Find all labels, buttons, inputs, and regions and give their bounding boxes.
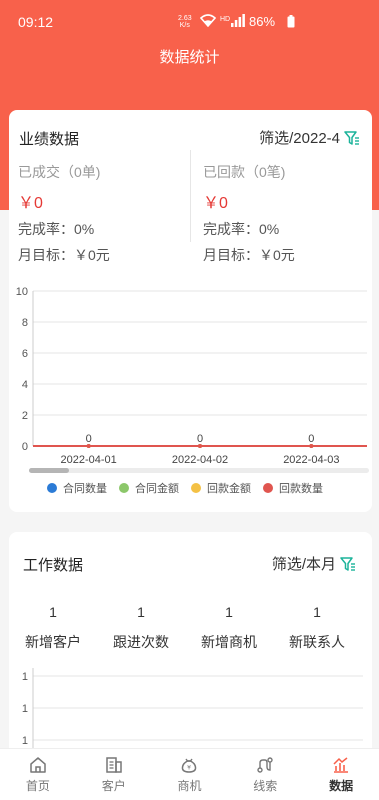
tab-bar: 首页 客户 ¥ 商机 线索 数据	[0, 748, 379, 800]
customer-icon	[105, 757, 122, 773]
tab-customers[interactable]: 客户	[76, 749, 152, 800]
chart-legend: 合同数量 合同金额 回款金额 回款数量	[47, 480, 335, 496]
legend-item[interactable]: 回款金额	[191, 480, 251, 496]
legend-marker	[263, 483, 273, 493]
y-tick-label: 10	[16, 286, 28, 298]
status-bar: 09:12 2.63 K/s HD 86%	[0, 0, 379, 40]
tab-clues[interactable]: 线索	[227, 749, 303, 800]
x-tick-label: 2022-04-02	[172, 454, 228, 466]
y-tick-label: 6	[22, 348, 28, 360]
y-tick-label: 8	[22, 317, 28, 329]
hd-indicator: HD	[220, 16, 231, 23]
tab-data[interactable]: 数据	[303, 749, 379, 800]
legend-item[interactable]: 回款数量	[263, 480, 323, 496]
signal-icon	[231, 14, 245, 27]
y-tick-label: 1	[22, 703, 28, 715]
status-time: 09:12	[18, 14, 54, 30]
performance-chart: 10 8 6 4 2 0 0 0 0 2022-04-01 2022-04-02 2022-04-03	[16, 286, 369, 473]
data-label: 0	[197, 433, 203, 445]
tab-home[interactable]: 首页	[0, 749, 76, 800]
y-tick-label: 1	[22, 671, 28, 683]
y-tick-label: 1	[22, 735, 28, 747]
chart-scroll-track[interactable]	[29, 468, 369, 473]
chart-scroll-thumb[interactable]	[29, 468, 69, 473]
x-tick-label: 2022-04-01	[61, 454, 117, 466]
y-tick-label: 0	[22, 441, 28, 453]
legend-label: 回款数量	[279, 483, 323, 495]
y-tick-label: 2	[22, 410, 28, 422]
data-label: 0	[308, 433, 314, 445]
legend-label: 回款金额	[207, 483, 251, 495]
battery-percent: 86%	[249, 14, 276, 29]
legend-marker	[119, 483, 129, 493]
x-tick-label: 2022-04-03	[283, 454, 339, 466]
data-icon	[333, 757, 349, 773]
legend-marker	[191, 483, 201, 493]
y-tick-label: 4	[22, 379, 28, 391]
legend-item[interactable]: 合同金额	[119, 480, 179, 496]
svg-text:¥: ¥	[188, 765, 192, 772]
performance-card: 业绩数据 筛选/2022-4 已成交（0单) ￥0 完成率：0% 月目标：￥0元…	[9, 110, 372, 512]
legend-label: 合同数量	[63, 483, 107, 495]
opportunity-icon: ¥	[182, 758, 197, 773]
legend-label: 合同金额	[135, 483, 179, 495]
home-icon	[30, 757, 46, 773]
battery-icon	[287, 15, 295, 28]
page-title: 数据统计	[159, 49, 220, 66]
network-speed: 2.63 K/s	[178, 15, 192, 29]
tab-opportunities[interactable]: ¥ 商机	[152, 749, 228, 800]
wifi-icon	[200, 14, 216, 27]
clue-icon	[257, 757, 273, 773]
legend-marker	[47, 483, 57, 493]
legend-item[interactable]: 合同数量	[47, 480, 107, 496]
data-label: 0	[86, 433, 92, 445]
